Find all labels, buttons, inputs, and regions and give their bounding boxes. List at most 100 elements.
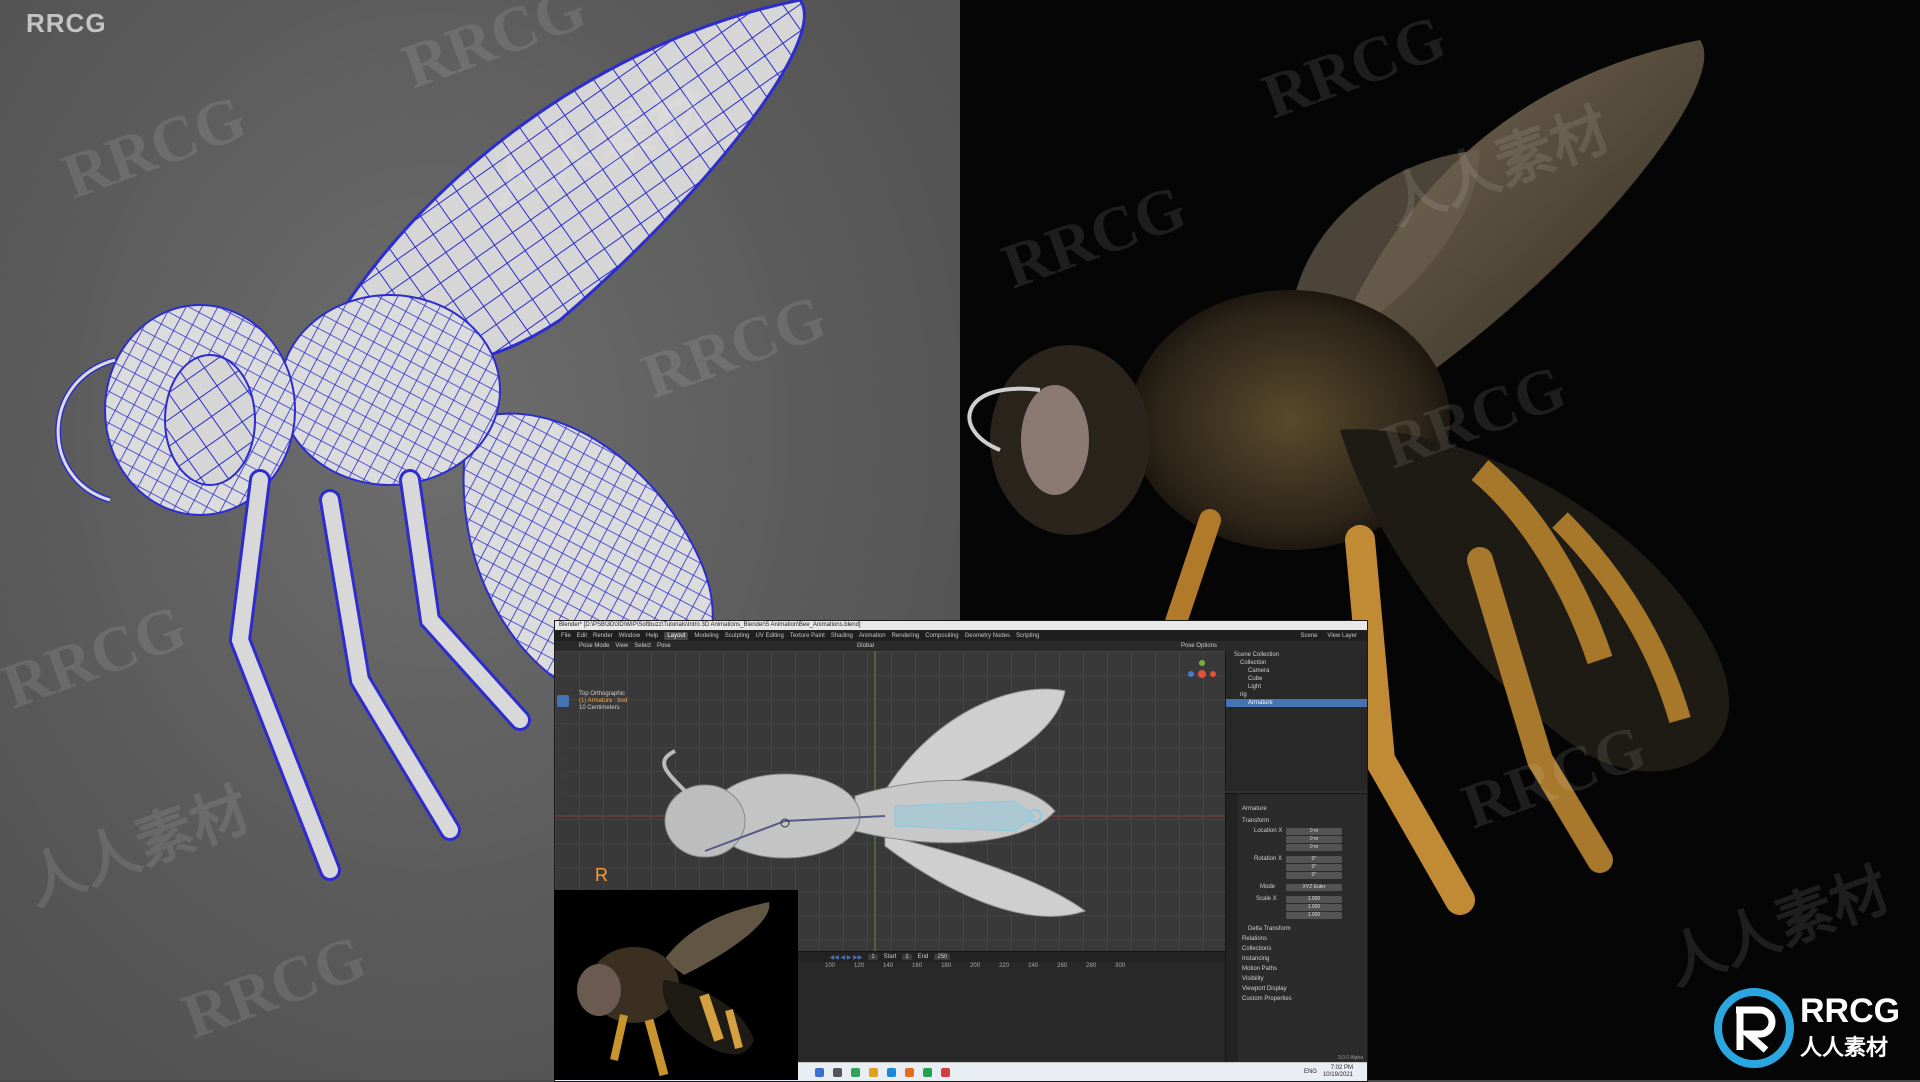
annotate-tool-icon[interactable] [557, 785, 569, 797]
app-icon[interactable] [887, 1067, 896, 1077]
panel-collections[interactable]: Collections [1242, 946, 1271, 952]
scale-y-field[interactable]: 1.000 [1286, 904, 1342, 911]
location-x-field[interactable]: 0 m [1286, 828, 1342, 835]
tick: 300 [1115, 963, 1126, 969]
start-frame-field[interactable]: 1 [902, 954, 912, 960]
location-z-field[interactable]: 0 m [1286, 844, 1342, 851]
rotation-mode-select[interactable]: XYZ Euler [1286, 884, 1342, 891]
viewport-overlay-text: Top Orthographic (1) Armature : bod 10 C… [579, 691, 627, 712]
panel-custom-properties[interactable]: Custom Properties [1242, 996, 1292, 1002]
tab-layout[interactable]: Layout [664, 631, 689, 640]
tab-scripting[interactable]: Scripting [1016, 633, 1039, 639]
search-icon[interactable] [833, 1067, 842, 1077]
menu-edit[interactable]: Edit [577, 633, 587, 639]
location-y-field[interactable]: 0 m [1286, 836, 1342, 843]
menu-help[interactable]: Help [646, 633, 658, 639]
outliner-row[interactable]: Camera [1226, 667, 1367, 675]
orientation-selector[interactable]: Global [857, 643, 874, 649]
app-icon[interactable] [851, 1067, 860, 1077]
tick: 280 [1086, 963, 1097, 969]
pose-options-button[interactable]: Pose Options [1181, 643, 1217, 649]
mode-selector[interactable]: Pose Mode [579, 643, 609, 649]
grid-units: 10 Centimeters [579, 705, 620, 711]
rotation-indicator: R [595, 865, 608, 885]
cursor-tool-icon[interactable] [557, 710, 569, 722]
tab-texture-paint[interactable]: Texture Paint [790, 633, 825, 639]
rrcg-logo-icon [1714, 988, 1794, 1068]
outliner-row[interactable]: Scene Collection [1226, 651, 1367, 659]
panel-instancing[interactable]: Instancing [1242, 956, 1269, 962]
panel-delta-transform[interactable]: Delta Transform [1248, 926, 1291, 932]
outliner-row[interactable]: rig [1226, 691, 1367, 699]
tick: 120 [854, 963, 865, 969]
taskbar-clock[interactable]: 7:02 PM 10/19/2021 [1323, 1065, 1353, 1079]
logo-text-en: RRCG [1800, 992, 1901, 1030]
scale-z-field[interactable]: 1.000 [1286, 912, 1342, 919]
clock-date: 10/19/2021 [1322, 1072, 1353, 1078]
scene-selector[interactable]: Scene [1300, 633, 1317, 639]
transform-section[interactable]: Transform [1242, 818, 1269, 824]
tick: 240 [1028, 963, 1039, 969]
tab-modeling[interactable]: Modeling [694, 633, 718, 639]
view-layer-selector[interactable]: View Layer [1327, 633, 1357, 639]
panel-relations[interactable]: Relations [1242, 936, 1267, 942]
panel-visibility[interactable]: Visibility [1242, 976, 1264, 982]
folder-icon[interactable] [869, 1067, 878, 1077]
properties-editor: Armature Transform Location X 0 m 0 m 0 … [1225, 793, 1367, 1064]
playback-controls-icon[interactable]: ◀◀ ◀ ▶ ▶▶ [830, 954, 863, 961]
outliner-row[interactable]: Light [1226, 683, 1367, 691]
start-button-icon[interactable] [815, 1067, 824, 1077]
tab-compositing[interactable]: Compositing [925, 633, 958, 639]
scale-tool-icon[interactable] [557, 755, 569, 767]
rotation-z-field[interactable]: 0° [1286, 872, 1342, 879]
tab-shading[interactable]: Shading [831, 633, 853, 639]
panel-viewport-display[interactable]: Viewport Display [1242, 986, 1287, 992]
tab-sculpting[interactable]: Sculpting [725, 633, 750, 639]
menu-select[interactable]: Select [634, 643, 651, 649]
menu-view[interactable]: View [615, 643, 628, 649]
clock-time: 7:02 PM [1330, 1065, 1353, 1071]
location-label: Location X [1254, 828, 1283, 834]
end-frame-field[interactable]: 250 [934, 954, 951, 960]
menu-pose[interactable]: Pose [657, 643, 671, 649]
menu-bar: File Edit Render Window Help Layout Mode… [555, 630, 1367, 641]
outliner-row[interactable]: Collection [1226, 659, 1367, 667]
tool-shelf [557, 695, 571, 812]
rotation-label: Rotation X [1254, 856, 1283, 862]
menu-window[interactable]: Window [619, 633, 640, 639]
language-indicator[interactable]: ENG [1304, 1069, 1317, 1075]
scale-label: Scale X [1256, 896, 1277, 902]
rotate-tool-icon[interactable] [557, 740, 569, 752]
menu-file[interactable]: File [561, 633, 571, 639]
version-label: 3.0.0 Alpha [1337, 1055, 1363, 1061]
move-tool-icon[interactable] [557, 725, 569, 737]
tick: 220 [999, 963, 1010, 969]
reference-photo [554, 890, 798, 1080]
menu-render[interactable]: Render [593, 633, 613, 639]
panel-motion-paths[interactable]: Motion Paths [1242, 966, 1277, 972]
navigation-gizmo-icon[interactable] [1187, 659, 1217, 689]
measure-tool-icon[interactable] [557, 800, 569, 812]
window-title: Blender* [D:\PSB\3D\3D\WIP\Softbuzz\Tuto… [555, 621, 1367, 630]
app-icon[interactable] [923, 1067, 932, 1077]
start-label: Start [883, 954, 897, 960]
current-frame-field[interactable]: 1 [868, 954, 878, 960]
tab-animation[interactable]: Animation [859, 633, 886, 639]
rotation-x-field[interactable]: 0° [1286, 856, 1342, 863]
rotation-y-field[interactable]: 0° [1286, 864, 1342, 871]
scale-x-field[interactable]: 1.000 [1286, 896, 1342, 903]
tab-uv-editing[interactable]: UV Editing [755, 633, 783, 639]
tick: 260 [1057, 963, 1068, 969]
tab-rendering[interactable]: Rendering [892, 633, 920, 639]
blender-app-icon[interactable] [905, 1067, 914, 1077]
tab-geometry-nodes[interactable]: Geometry Nodes [965, 633, 1010, 639]
properties-tabs[interactable] [1226, 794, 1238, 1064]
outliner-row[interactable]: Cube [1226, 675, 1367, 683]
outliner-row-active[interactable]: Armature [1226, 699, 1367, 707]
app-icon[interactable] [941, 1067, 950, 1077]
mode-label: Mode [1260, 884, 1276, 890]
site-brand: RRCG [26, 8, 107, 38]
transform-tool-icon[interactable] [557, 770, 569, 782]
select-box-tool-icon[interactable] [557, 695, 569, 707]
tick: 140 [883, 963, 894, 969]
